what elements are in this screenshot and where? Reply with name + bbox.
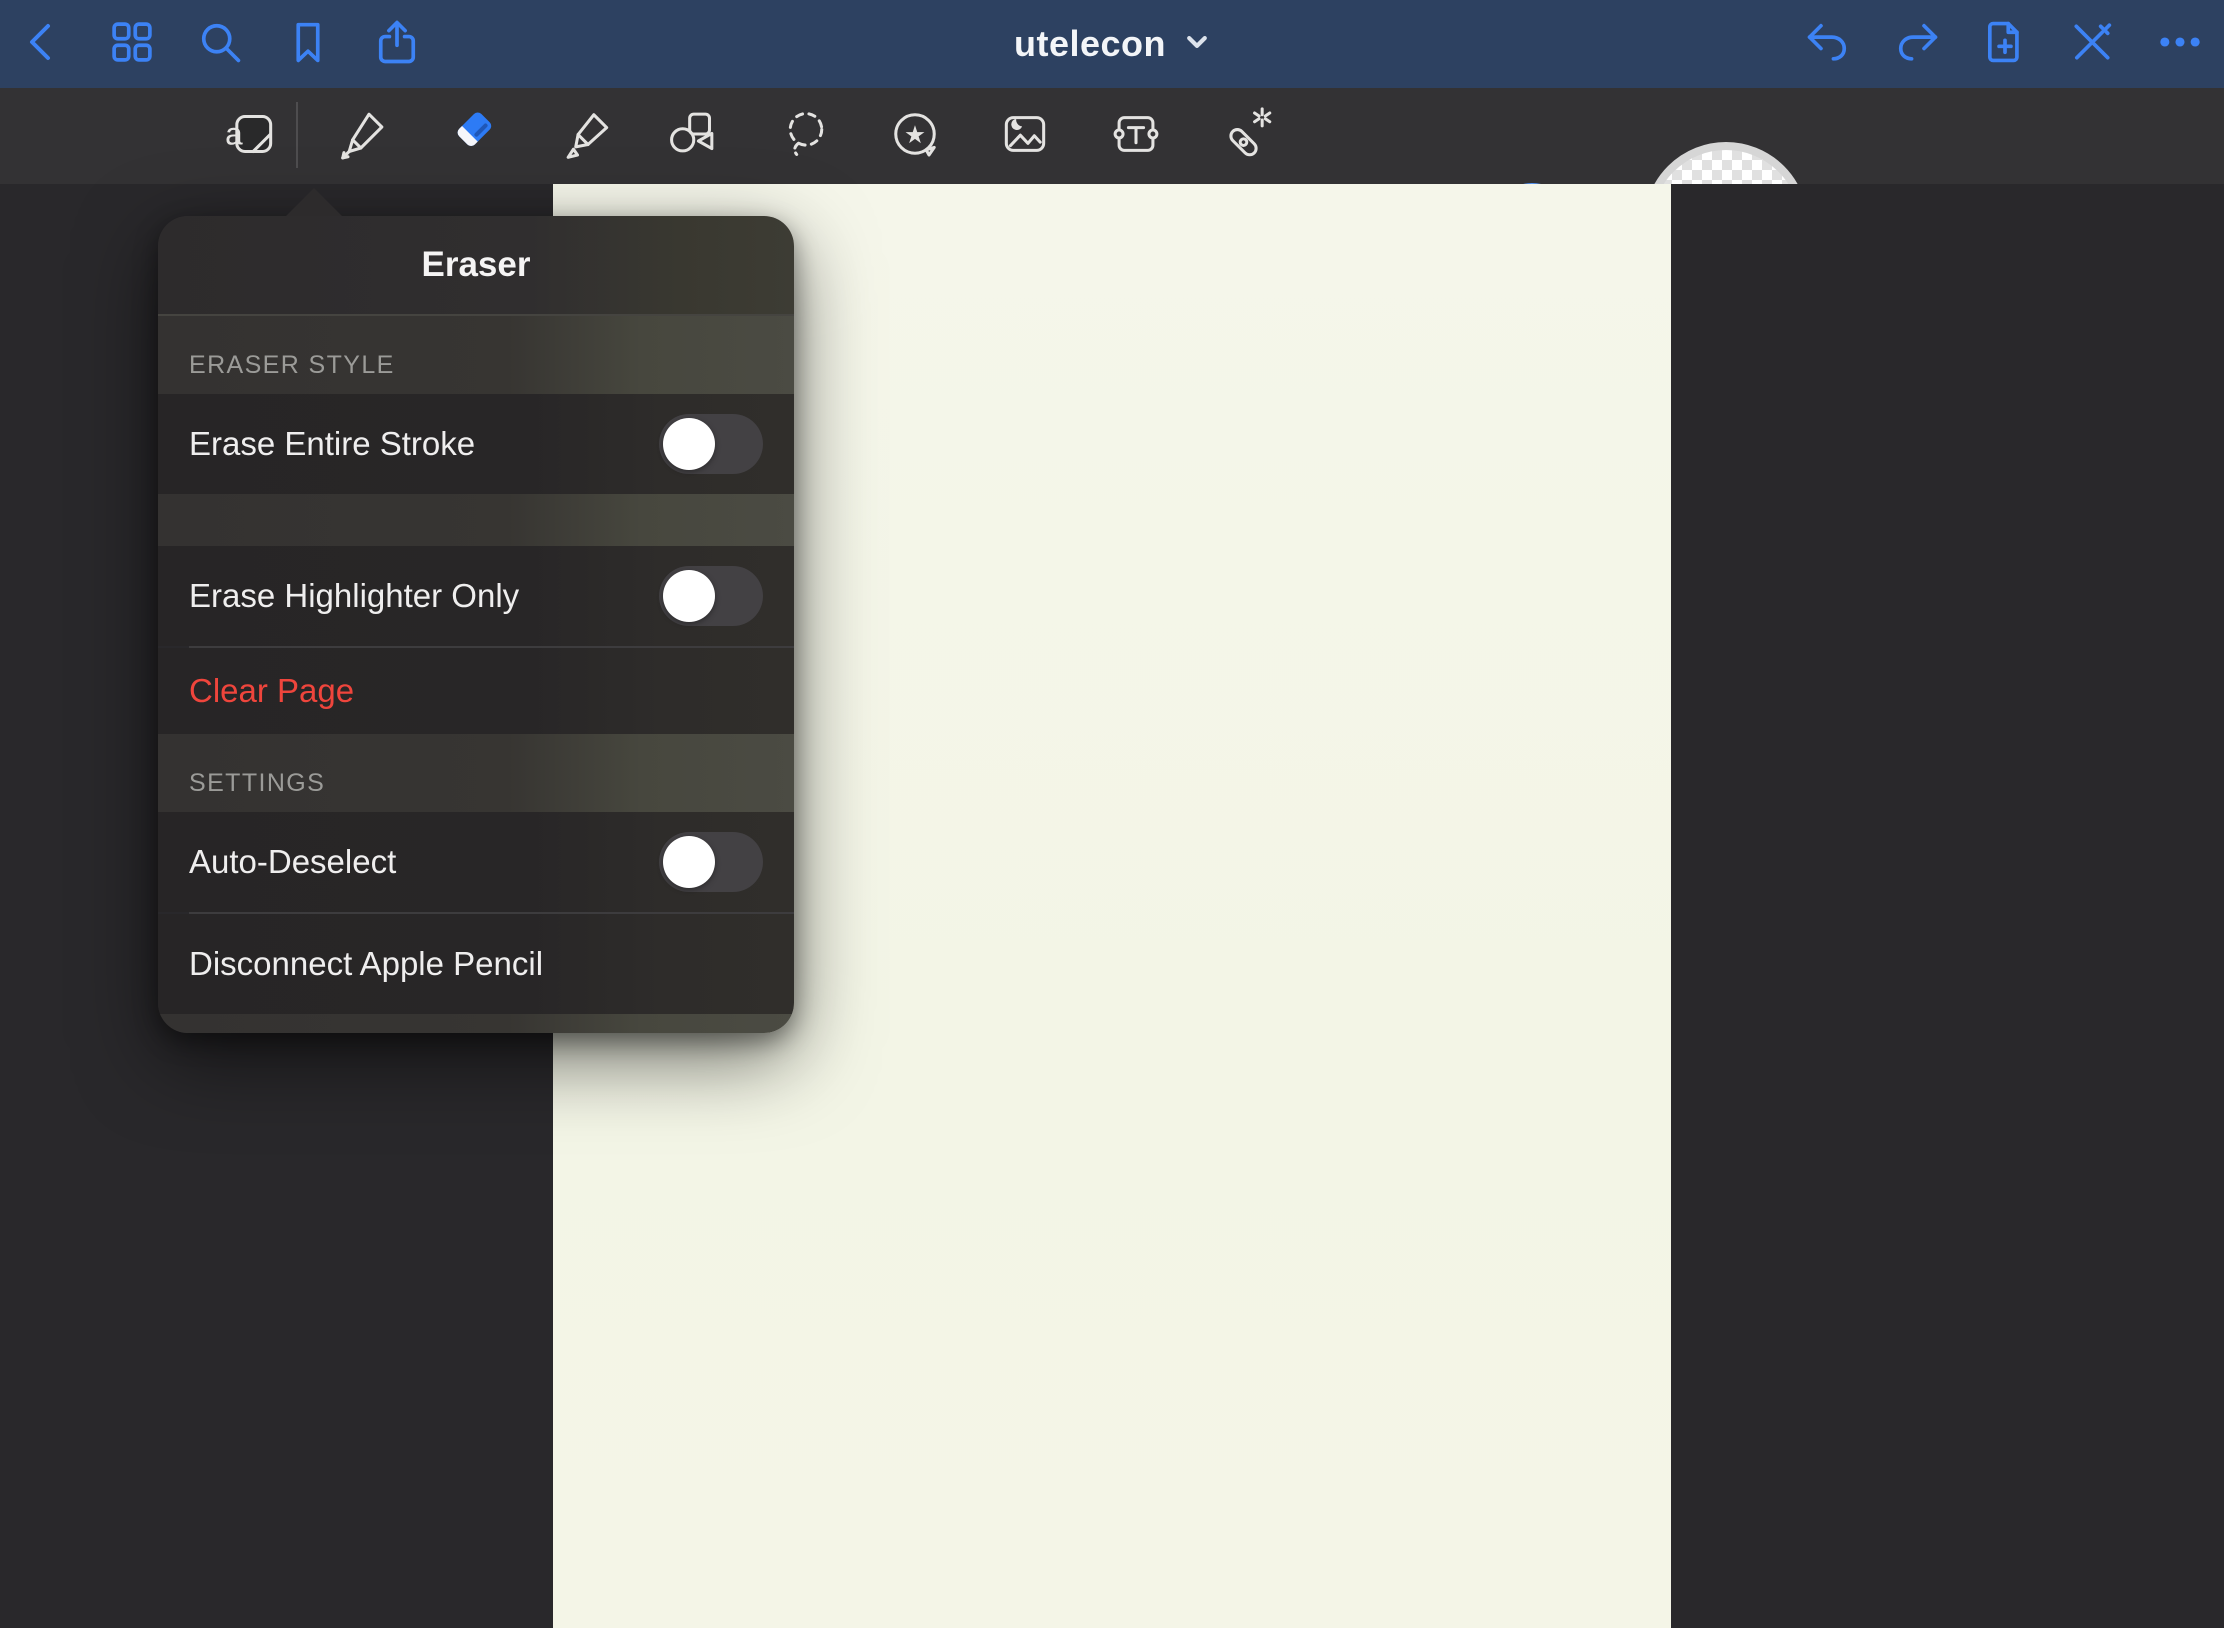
- shapes-icon: [664, 106, 720, 167]
- tool-eraser[interactable]: [442, 106, 502, 166]
- erase-entire-stroke-label: Erase Entire Stroke: [189, 425, 475, 463]
- auto-deselect-label: Auto-Deselect: [189, 843, 396, 881]
- zoom-window-icon: a: [224, 106, 280, 167]
- ellipsis-icon: [2154, 16, 2206, 73]
- section-gap: [158, 494, 794, 546]
- svg-text:★: ★: [904, 119, 926, 148]
- add-page-icon: [1979, 16, 2031, 73]
- pen-crossed-icon: [2066, 16, 2118, 73]
- eraser-icon: [444, 106, 500, 167]
- popover-title: Eraser: [422, 245, 531, 285]
- erase-entire-stroke-toggle[interactable]: [659, 414, 763, 474]
- share-button[interactable]: [371, 18, 423, 70]
- tool-laser-pointer[interactable]: [1217, 106, 1277, 166]
- row-clear-page[interactable]: Clear Page: [158, 648, 794, 734]
- tool-stickers[interactable]: ★: [885, 106, 945, 166]
- eraser-size-large[interactable]: [1644, 142, 1808, 184]
- tool-zoom-window[interactable]: a: [222, 106, 282, 166]
- back-chevron-icon: [19, 18, 67, 71]
- laser-pointer-icon: [1219, 106, 1275, 167]
- image-icon: [997, 106, 1053, 167]
- more-options-button[interactable]: [2154, 18, 2206, 70]
- tool-text[interactable]: [1106, 106, 1166, 166]
- tool-image[interactable]: [995, 106, 1055, 166]
- lasso-icon: [778, 106, 834, 167]
- row-disconnect-apple-pencil[interactable]: Disconnect Apple Pencil: [158, 914, 794, 1014]
- top-navigation-bar: utelecon: [0, 0, 2224, 88]
- sticker-star-icon: ★: [887, 106, 943, 167]
- popover-header: Eraser: [158, 216, 794, 316]
- row-auto-deselect: Auto-Deselect: [158, 812, 794, 912]
- pen-icon: [334, 106, 390, 167]
- pen-mode-toggle-button[interactable]: [2066, 18, 2118, 70]
- search-button[interactable]: [194, 18, 246, 70]
- chevron-down-icon: [1184, 29, 1210, 60]
- row-erase-entire-stroke: Erase Entire Stroke: [158, 394, 794, 494]
- auto-deselect-toggle[interactable]: [659, 832, 763, 892]
- add-page-button[interactable]: [1979, 18, 2031, 70]
- highlighter-icon: [560, 106, 616, 167]
- tools-toolbar: a: [0, 88, 2224, 184]
- toggle-knob: [663, 570, 715, 622]
- row-erase-highlighter-only: Erase Highlighter Only: [158, 546, 794, 646]
- text-icon: [1108, 106, 1164, 167]
- svg-text:a: a: [225, 115, 243, 151]
- eraser-style-section-header: ERASER STYLE: [158, 316, 794, 394]
- toggle-knob: [663, 836, 715, 888]
- tool-lasso[interactable]: [776, 106, 836, 166]
- disconnect-apple-pencil-button[interactable]: Disconnect Apple Pencil: [189, 945, 543, 983]
- erase-highlighter-only-toggle[interactable]: [659, 566, 763, 626]
- undo-icon: [1802, 16, 1854, 73]
- search-icon: [194, 16, 246, 73]
- app-screen: utelecon: [0, 0, 2224, 1628]
- toggle-knob: [663, 418, 715, 470]
- popover-arrow: [286, 188, 342, 216]
- thumbnails-button[interactable]: [106, 18, 158, 70]
- toolbar-divider: [296, 102, 298, 168]
- share-icon: [371, 16, 423, 73]
- undo-button[interactable]: [1802, 18, 1854, 70]
- redo-icon: [1891, 16, 1943, 73]
- clear-page-button[interactable]: Clear Page: [189, 672, 354, 710]
- document-title: utelecon: [1014, 23, 1166, 65]
- settings-section-header: SETTINGS: [158, 734, 794, 812]
- eraser-popover: Eraser ERASER STYLE Erase Entire Stroke …: [158, 216, 794, 1033]
- thumbnails-grid-icon: [106, 16, 158, 73]
- document-title-control[interactable]: utelecon: [1014, 0, 1210, 88]
- bookmark-button[interactable]: [282, 18, 334, 70]
- redo-button[interactable]: [1891, 18, 1943, 70]
- popover-footer: [158, 1014, 794, 1033]
- back-button[interactable]: [17, 18, 69, 70]
- tool-shapes[interactable]: [662, 106, 722, 166]
- bookmark-icon: [282, 16, 334, 73]
- erase-highlighter-only-label: Erase Highlighter Only: [189, 577, 519, 615]
- eraser-size-medium-selected[interactable]: [1491, 183, 1573, 184]
- tool-pen[interactable]: [332, 106, 392, 166]
- tool-highlighter[interactable]: [558, 106, 618, 166]
